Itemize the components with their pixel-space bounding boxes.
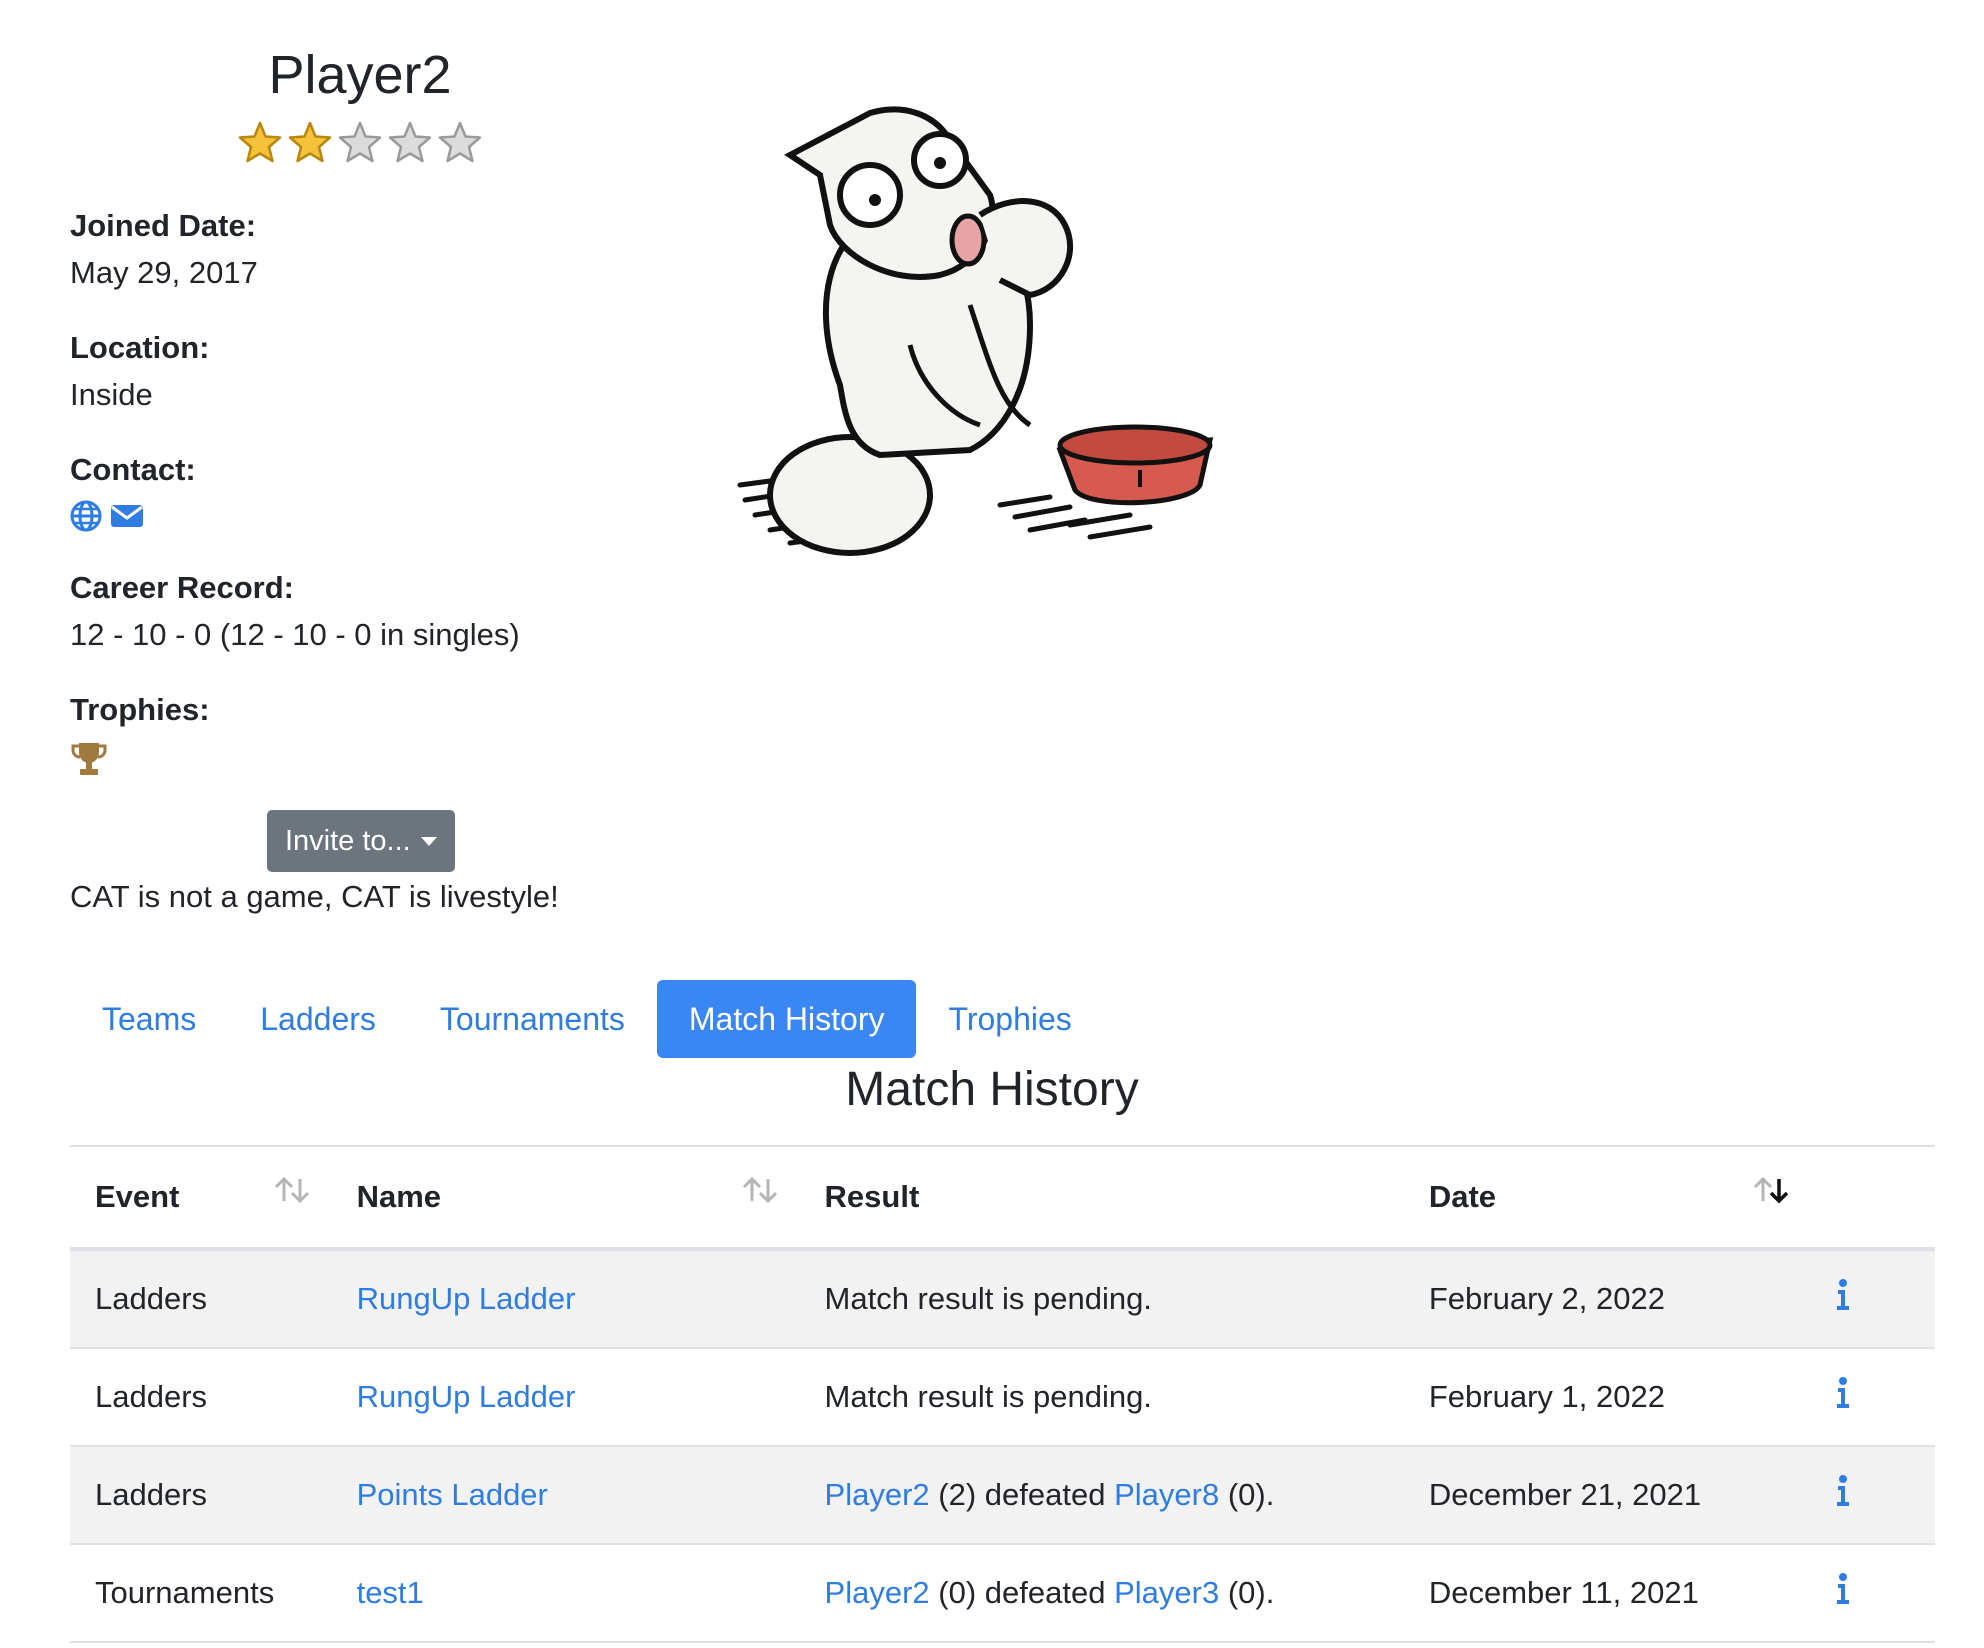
loser-score: (0). bbox=[1227, 1575, 1275, 1610]
star-empty-icon bbox=[438, 121, 482, 163]
header-name-label: Name bbox=[356, 1179, 442, 1214]
info-icon[interactable] bbox=[1836, 1377, 1850, 1417]
table-row: Ladders Points Ladder Player2 (2) defeat… bbox=[70, 1446, 1935, 1545]
header-date-label: Date bbox=[1428, 1179, 1497, 1214]
cell-name: RungUp Ladder bbox=[331, 1348, 800, 1447]
player-name: Player2 bbox=[268, 45, 452, 105]
invite-wrapper: Invite to... bbox=[70, 810, 690, 872]
cell-info bbox=[1811, 1249, 1935, 1349]
winner-link[interactable]: Player2 bbox=[825, 1477, 930, 1512]
cell-date: December 11, 2021 bbox=[1403, 1544, 1812, 1643]
page: Player2 Joined Date: May 29, 2017 Locati… bbox=[0, 0, 1984, 1648]
cell-info bbox=[1811, 1348, 1935, 1447]
trophies-label: Trophies: bbox=[70, 692, 210, 727]
tab-tournaments[interactable]: Tournaments bbox=[408, 980, 657, 1058]
joined-date-label: Joined Date: bbox=[70, 208, 257, 243]
sort-desc-icon[interactable] bbox=[1751, 1175, 1791, 1213]
contact-icons bbox=[70, 500, 690, 534]
cat-avatar-image bbox=[730, 105, 1320, 595]
invite-dropdown-button[interactable]: Invite to... bbox=[267, 810, 455, 872]
cell-result: Match result is pending. bbox=[799, 1249, 1404, 1349]
event-link[interactable]: test1 bbox=[357, 1575, 424, 1610]
rating-stars bbox=[70, 120, 650, 172]
table-row: Tournaments test1 Player2 (0) defeated P… bbox=[70, 1544, 1935, 1643]
cell-event: Ladders bbox=[70, 1249, 332, 1349]
cell-date: February 2, 2022 bbox=[1403, 1249, 1812, 1349]
invite-button-label: Invite to... bbox=[285, 824, 411, 857]
cell-info bbox=[1811, 1544, 1935, 1643]
tab-teams[interactable]: Teams bbox=[70, 980, 228, 1058]
player-motto: CAT is not a game, CAT is livestyle! bbox=[70, 879, 559, 914]
header-info bbox=[1811, 1145, 1935, 1251]
trophy-icon[interactable] bbox=[70, 740, 690, 780]
star-filled-icon bbox=[288, 121, 332, 163]
header-event[interactable]: Event bbox=[70, 1145, 332, 1251]
cell-result: Match result is pending. bbox=[799, 1348, 1404, 1447]
envelope-icon[interactable] bbox=[110, 500, 144, 534]
profile-panel: Player2 Joined Date: May 29, 2017 Locati… bbox=[70, 40, 690, 918]
cell-result: Player2 (2) defeated Player8 (0). bbox=[799, 1446, 1404, 1545]
info-icon[interactable] bbox=[1836, 1279, 1850, 1319]
star-empty-icon bbox=[388, 121, 432, 163]
cell-name: RungUp Ladder bbox=[331, 1249, 800, 1349]
cell-event: Tournaments bbox=[70, 1544, 332, 1643]
caret-down-icon bbox=[420, 836, 437, 846]
globe-icon[interactable] bbox=[70, 500, 102, 534]
contact-label: Contact: bbox=[70, 452, 196, 487]
loser-link[interactable]: Player3 bbox=[1114, 1575, 1219, 1610]
cell-event: Ladders bbox=[70, 1348, 332, 1447]
match-history-table: Event Name Result Date Ladders RungUp La… bbox=[70, 1145, 1935, 1643]
cell-result: Player2 (0) defeated Player3 (0). bbox=[799, 1544, 1404, 1643]
header-name[interactable]: Name bbox=[331, 1145, 800, 1251]
table-header-row: Event Name Result Date bbox=[70, 1145, 1935, 1251]
tab-ladders[interactable]: Ladders bbox=[228, 980, 408, 1058]
info-icon[interactable] bbox=[1836, 1475, 1850, 1515]
cell-event: Ladders bbox=[70, 1446, 332, 1545]
event-link[interactable]: Points Ladder bbox=[357, 1477, 548, 1512]
cell-date: February 1, 2022 bbox=[1403, 1348, 1812, 1447]
cell-name: Points Ladder bbox=[331, 1446, 800, 1545]
header-event-label: Event bbox=[95, 1179, 180, 1214]
table-row: Ladders RungUp Ladder Match result is pe… bbox=[70, 1348, 1935, 1447]
cell-info bbox=[1811, 1446, 1935, 1545]
header-date[interactable]: Date bbox=[1403, 1145, 1812, 1251]
location-value: Inside bbox=[70, 377, 153, 412]
sort-icon[interactable] bbox=[272, 1175, 312, 1213]
career-record-label: Career Record: bbox=[70, 570, 294, 605]
winner-link[interactable]: Player2 bbox=[825, 1575, 930, 1610]
joined-date-value: May 29, 2017 bbox=[70, 255, 258, 290]
info-icon[interactable] bbox=[1836, 1573, 1850, 1613]
loser-score: (0). bbox=[1227, 1477, 1275, 1512]
event-link[interactable]: RungUp Ladder bbox=[357, 1379, 576, 1414]
star-filled-icon bbox=[238, 121, 282, 163]
location-label: Location: bbox=[70, 330, 210, 365]
table-row: Ladders RungUp Ladder Match result is pe… bbox=[70, 1249, 1935, 1349]
result-verb: defeated bbox=[984, 1477, 1106, 1512]
sort-icon[interactable] bbox=[740, 1175, 780, 1213]
header-result-label: Result bbox=[824, 1179, 920, 1214]
result-verb: defeated bbox=[984, 1575, 1106, 1610]
cell-date: December 21, 2021 bbox=[1403, 1446, 1812, 1545]
cell-name: test1 bbox=[331, 1544, 800, 1643]
tab-trophies[interactable]: Trophies bbox=[916, 980, 1103, 1058]
loser-link[interactable]: Player8 bbox=[1114, 1477, 1219, 1512]
profile-tabs: Teams Ladders Tournaments Match History … bbox=[70, 980, 1104, 1058]
winner-score: (0) bbox=[938, 1575, 977, 1610]
winner-score: (2) bbox=[938, 1477, 977, 1512]
section-title: Match History bbox=[845, 1063, 1139, 1116]
tab-match-history[interactable]: Match History bbox=[656, 980, 917, 1058]
star-empty-icon bbox=[338, 121, 382, 163]
header-result: Result bbox=[799, 1145, 1404, 1251]
event-link[interactable]: RungUp Ladder bbox=[357, 1281, 576, 1316]
career-record-value: 12 - 10 - 0 (12 - 10 - 0 in singles) bbox=[70, 617, 520, 652]
